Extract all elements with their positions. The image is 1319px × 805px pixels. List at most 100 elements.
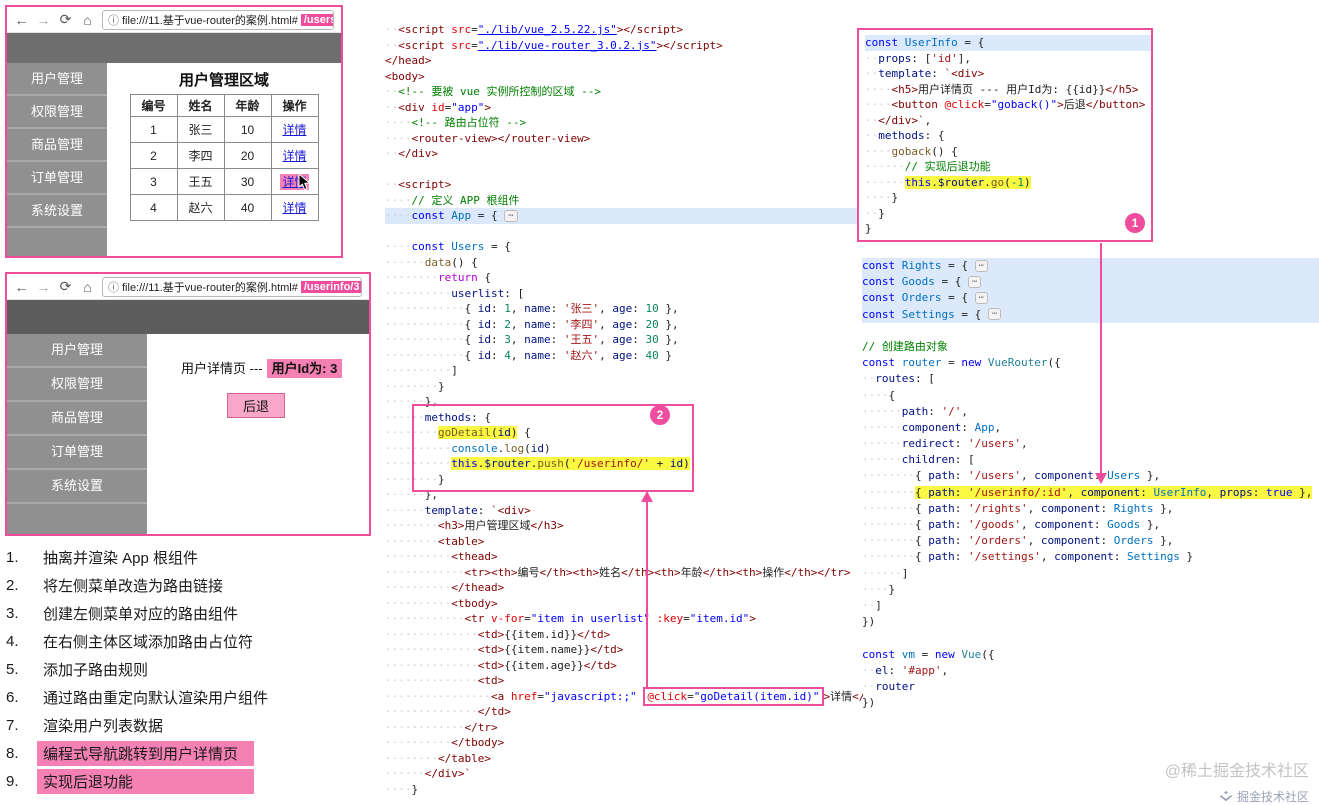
code-token: : bbox=[550, 348, 564, 362]
code-token: </h3> bbox=[530, 519, 564, 532]
code-token: ] bbox=[451, 364, 458, 377]
code-token: = bbox=[524, 612, 531, 625]
code-token: }, bbox=[658, 317, 679, 331]
code-token: "./lib/vue_2.5.22.js" bbox=[477, 23, 617, 36]
code-token: id bbox=[477, 302, 491, 315]
code-token: Rights bbox=[901, 259, 942, 272]
code-line: const UserInfo = { bbox=[865, 35, 1151, 51]
indent-dots: ···· bbox=[385, 209, 412, 222]
sidebar-item[interactable]: 用户管理 bbox=[7, 63, 107, 96]
code-token: '/goods' bbox=[967, 518, 1021, 531]
code-editor-right[interactable]: const Rights = { ⋯ const Goods = { ⋯ const… bbox=[862, 258, 1319, 724]
indent-dots: ·············· bbox=[385, 627, 478, 641]
code-token: // 定义 APP 根组件 bbox=[411, 193, 520, 207]
code-token: 40 bbox=[645, 348, 659, 362]
code-token: '王五' bbox=[563, 333, 600, 346]
code-line: ········{ path: '/userinfo/:id', compone… bbox=[862, 485, 1319, 501]
code-line: ··</div> bbox=[385, 146, 863, 162]
sidebar-item[interactable]: 系统设置 bbox=[7, 195, 107, 228]
code-token: }, bbox=[1140, 469, 1161, 483]
home-icon[interactable]: ⌂ bbox=[80, 12, 95, 28]
step-badge-2: 2 bbox=[650, 405, 670, 425]
user-id-highlight: 用户Id为: 3 bbox=[266, 359, 343, 378]
step-text: 编程式导航跳转到用户详情页 bbox=[37, 740, 254, 766]
code-token: path bbox=[928, 518, 955, 531]
code-token: const bbox=[862, 356, 896, 370]
forward-icon[interactable]: → bbox=[36, 12, 51, 28]
code-token: : bbox=[490, 302, 505, 315]
code-editor-userinfo[interactable]: const UserInfo = {··props: ['id'], ··temp… bbox=[865, 35, 1151, 237]
code-token: UserInfo bbox=[1153, 485, 1207, 499]
code-token: : bbox=[1113, 550, 1127, 564]
forward-icon[interactable]: → bbox=[36, 279, 51, 295]
code-token: </div> bbox=[878, 113, 918, 127]
code-token: = { bbox=[484, 240, 511, 253]
code-token: = { bbox=[471, 209, 505, 222]
code-token: 1 bbox=[504, 302, 511, 315]
indent-dots: ······ bbox=[385, 503, 425, 517]
table-row: 4 赵六 40 详情 bbox=[129, 194, 319, 221]
home-icon[interactable]: ⌂ bbox=[80, 279, 95, 295]
code-token: 3 bbox=[504, 333, 511, 346]
arrow-up-icon bbox=[641, 491, 653, 502]
detail-link[interactable]: 详情 bbox=[280, 200, 308, 216]
code-token: router bbox=[901, 356, 942, 370]
back-button[interactable]: 后退 bbox=[227, 393, 286, 418]
step-text: 通过路由重定向默认渲染用户组件 bbox=[43, 689, 269, 707]
detail-link[interactable]: 详情 bbox=[280, 122, 308, 138]
code-token: : bbox=[1140, 485, 1154, 499]
code-token: <td> bbox=[477, 674, 505, 687]
sidebar-item[interactable]: 权限管理 bbox=[7, 368, 147, 402]
indent-dots: ···· bbox=[385, 193, 412, 207]
back-icon[interactable]: ← bbox=[14, 12, 29, 28]
sidebar-item[interactable]: 权限管理 bbox=[7, 96, 107, 129]
code-line: ··<!-- 要被 vue 实例所控制的区域 --> bbox=[385, 84, 863, 100]
sidebar-item[interactable]: 订单管理 bbox=[7, 162, 107, 195]
indent-dots: ············ bbox=[385, 317, 465, 331]
code-token: "app" bbox=[451, 100, 485, 114]
code-token: App bbox=[451, 209, 472, 222]
indent-dots: ·· bbox=[862, 679, 876, 693]
code-token: : bbox=[550, 333, 564, 346]
code-token: <!-- 路由占位符 --> bbox=[411, 116, 527, 129]
code-token: { bbox=[464, 302, 478, 315]
code-token: Settings bbox=[1126, 550, 1180, 564]
detail-link[interactable]: 详情 bbox=[280, 148, 308, 164]
sidebar-item[interactable]: 订单管理 bbox=[7, 436, 147, 470]
indent-dots: ·········· bbox=[385, 286, 452, 300]
reload-icon[interactable]: ⟳ bbox=[58, 278, 73, 295]
code-token: <tr bbox=[464, 612, 491, 625]
sidebar-item[interactable]: 系统设置 bbox=[7, 470, 147, 504]
annotation-arrow-middle bbox=[646, 502, 648, 688]
url-bar[interactable]: ⓘ file:///11.基于vue-router的案例.html#/useri… bbox=[102, 276, 362, 297]
url-bar[interactable]: ⓘ file:///11.基于vue-router的案例.html#/users bbox=[102, 9, 334, 30]
code-token: ] bbox=[875, 598, 882, 612]
sidebar-item[interactable]: 用户管理 bbox=[7, 334, 147, 368]
app-header-bar bbox=[7, 33, 341, 63]
code-token: { bbox=[914, 518, 929, 531]
code-line: ········{ path: '/users', component: Use… bbox=[862, 468, 1319, 484]
code-token: , bbox=[1067, 485, 1081, 499]
code-token: methods bbox=[878, 129, 925, 142]
code-token: path bbox=[928, 550, 955, 564]
sidebar-item[interactable]: 商品管理 bbox=[7, 402, 147, 436]
step-number: 5. bbox=[6, 660, 19, 678]
code-token: </tbody> bbox=[451, 736, 505, 749]
code-line: ··<script src="./lib/vue_2.5.22.js"></sc… bbox=[385, 22, 863, 38]
code-line: ····<!-- 路由占位符 --> bbox=[385, 115, 863, 131]
code-token: () { bbox=[931, 144, 958, 158]
code-token: name bbox=[524, 317, 551, 331]
code-line: ····} bbox=[865, 190, 1151, 206]
reload-icon[interactable]: ⟳ bbox=[58, 11, 73, 28]
sidebar-item[interactable]: 商品管理 bbox=[7, 129, 107, 162]
indent-dots: ·· bbox=[385, 100, 399, 114]
code-token: } bbox=[1179, 550, 1194, 564]
code-line: ··········<tbody> bbox=[385, 596, 863, 612]
code-token: <tbody> bbox=[451, 596, 498, 610]
back-icon[interactable]: ← bbox=[14, 279, 29, 295]
step-number: 8. bbox=[6, 744, 19, 762]
code-token: ({ bbox=[1047, 356, 1061, 370]
code-token: this bbox=[904, 175, 932, 189]
